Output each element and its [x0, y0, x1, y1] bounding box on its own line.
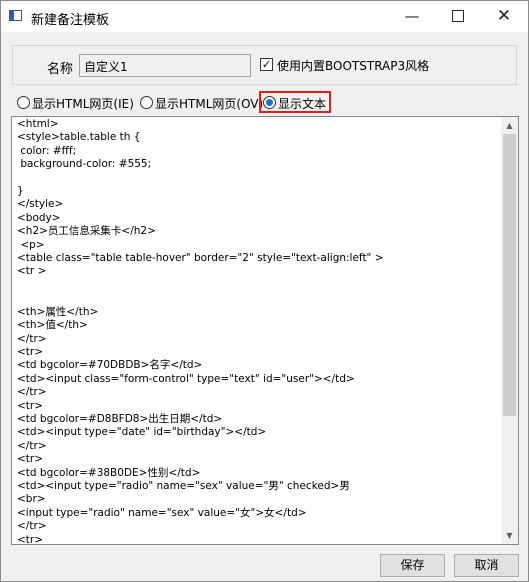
editor-line: } [17, 185, 24, 198]
bootstrap-checkbox-label[interactable]: 使用内置BOOTSTRAP3风格 [277, 57, 429, 74]
editor-line: <td bgcolor=#38B0DE>性别</td> [17, 466, 201, 479]
editor-line: <h2>员工信息采集卡</h2> [17, 225, 156, 238]
dialog-window: 新建备注模板 — ✕ 名称 自定义1 ✓ 使用内置BOOTSTRAP3风格 显示… [0, 0, 529, 582]
selection-highlight-box [259, 91, 331, 113]
radio-html-ie[interactable] [17, 96, 30, 109]
editor-content[interactable]: <html> <style>table.table th { color: #ff… [17, 118, 497, 545]
maximize-button[interactable] [435, 1, 481, 32]
scrollbar-thumb[interactable] [503, 134, 516, 416]
editor-line: <tr> [17, 453, 44, 466]
editor-line: <body> [17, 211, 61, 224]
editor-line: <tr> [17, 533, 44, 545]
scroll-up-arrow-icon[interactable]: ▲ [501, 117, 518, 134]
editor-line: <br> [17, 493, 46, 506]
radio-html-ov[interactable] [140, 96, 153, 109]
window-title: 新建备注模板 [31, 13, 110, 28]
editor-line: <td><input class="form-control" type="te… [17, 372, 355, 385]
editor-line: <input type="radio" name="sex" value="女"… [17, 506, 307, 519]
editor-line: </style> [17, 198, 64, 211]
name-label: 名称 [47, 62, 74, 77]
title-bar[interactable]: 新建备注模板 — ✕ [1, 1, 528, 32]
close-button[interactable]: ✕ [481, 1, 527, 32]
editor-line: <html> [17, 118, 59, 130]
editor-line: </tr> [17, 386, 47, 399]
editor-line: <p> [17, 238, 45, 251]
editor-line: <tr> [17, 345, 44, 358]
radio-html-ov-label[interactable]: 显示HTML网页(OV) [155, 95, 263, 112]
vertical-scrollbar[interactable]: ▲ ▼ [501, 117, 518, 544]
maximize-icon [452, 9, 464, 22]
name-input[interactable]: 自定义1 [79, 54, 251, 77]
editor-line: <style>table.table th { [17, 131, 141, 144]
editor-line: </tr> [17, 439, 47, 452]
radio-html-ie-label[interactable]: 显示HTML网页(IE) [32, 95, 134, 112]
app-icon [9, 10, 22, 21]
bootstrap-checkbox[interactable]: ✓ [260, 58, 273, 71]
editor-line: <td><input type="radio" name="sex" value… [17, 479, 350, 492]
editor-line: <table class="table table-hover" border=… [17, 252, 384, 265]
scroll-down-arrow-icon[interactable]: ▼ [501, 527, 518, 544]
editor-line: <th>属性</th> [17, 305, 99, 318]
editor-line: </tr> [17, 332, 47, 345]
editor-line: <tr > [17, 265, 47, 278]
cancel-button[interactable]: 取消 [454, 554, 519, 577]
editor-line: <td bgcolor=#D8BFD8>出生日期</td> [17, 412, 223, 425]
editor-line: <tr> [17, 399, 44, 412]
editor-line: background-color: #555; [17, 158, 152, 171]
save-button[interactable]: 保存 [380, 554, 445, 577]
editor-line: </tr> [17, 520, 47, 533]
editor-line: color: #fff; [17, 144, 77, 157]
editor-line: <td bgcolor=#70DBDB>名字</td> [17, 359, 203, 372]
template-text-editor[interactable]: <html> <style>table.table th { color: #ff… [11, 116, 519, 545]
minimize-button[interactable]: — [389, 1, 435, 32]
editor-line: <th>值</th> [17, 319, 88, 332]
editor-line: <td><input type="date" id="birthday"></t… [17, 426, 267, 439]
